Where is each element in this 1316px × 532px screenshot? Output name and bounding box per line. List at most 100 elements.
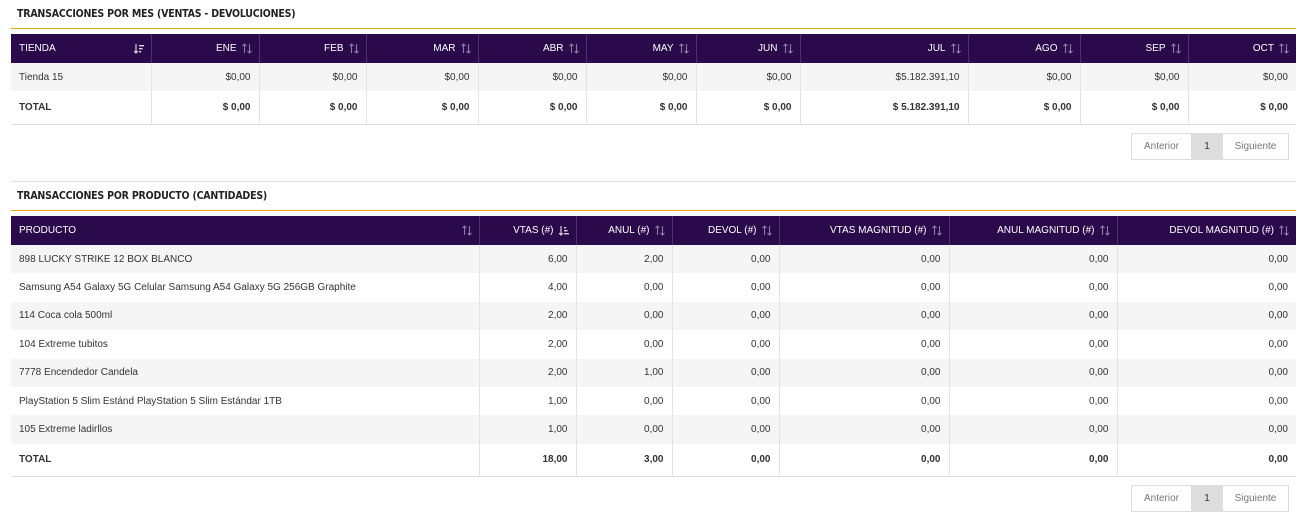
value-cell: 1,00 (479, 386, 577, 416)
value-cell: 0,00 (576, 301, 673, 331)
value-cell: 0,00 (672, 301, 780, 331)
value-cell: 0,00 (779, 358, 950, 387)
column-header-vtas[interactable]: VTAS (#) (479, 216, 577, 245)
column-header-label: TIENDA (19, 43, 56, 54)
column-header-jun[interactable]: JUN (696, 34, 801, 63)
sort-descending-icon[interactable] (558, 225, 569, 236)
table-row: 105 Extreme ladirllos 1,00 0,00 0,00 0,00 0,0… (11, 415, 1296, 444)
value-cell: 0,00 (672, 415, 780, 444)
column-header-label: SEP (1145, 43, 1166, 54)
section-divider (11, 181, 1296, 182)
total-value-cell: 0,00 (779, 443, 950, 478)
column-header-oct[interactable]: OCT (1188, 34, 1296, 63)
sort-both-icon[interactable] (678, 43, 689, 54)
monthly-transactions-title: TRANSACCIONES POR MES (VENTAS - DEVOLUCI… (17, 8, 296, 20)
total-value-cell: 3,00 (576, 443, 673, 478)
value-cell: 0,00 (1117, 301, 1296, 331)
table-row: 114 Coca cola 500ml 2,00 0,00 0,00 0,00 0,00 0… (11, 301, 1296, 331)
row-label-cell: 898 LUCKY STRIKE 12 BOX BLANCO (11, 245, 480, 274)
sort-both-icon[interactable] (460, 43, 471, 54)
previous-page-button[interactable]: Anterior (1132, 486, 1192, 511)
total-value-cell: 18,00 (479, 443, 577, 478)
value-cell: 2,00 (479, 301, 577, 331)
column-header-may[interactable]: MAY (586, 34, 697, 63)
value-cell: 0,00 (779, 273, 950, 302)
column-header-feb[interactable]: FEB (259, 34, 367, 63)
previous-page-button[interactable]: Anterior (1132, 134, 1192, 159)
sort-both-icon[interactable] (1279, 43, 1289, 54)
row-label-cell: PlayStation 5 Slim Estánd PlayStation 5 … (11, 386, 480, 416)
column-header-ene[interactable]: ENE (151, 34, 260, 63)
value-cell: 0,00 (779, 301, 950, 331)
column-header-label: ANUL (#) (608, 225, 650, 236)
sort-both-icon[interactable] (1170, 43, 1181, 54)
title-underline (11, 28, 1296, 29)
sort-ascending-icon[interactable] (133, 43, 144, 54)
column-header-label: PRODUCTO (19, 225, 77, 236)
column-header-label: DEVOL MAGNITUD (#) (1169, 225, 1274, 236)
column-header-label: JUL (927, 43, 946, 54)
table-row: 898 LUCKY STRIKE 12 BOX BLANCO 6,00 2,00 0,… (11, 245, 1296, 274)
value-cell: 0,00 (779, 386, 950, 416)
value-cell: $5.182.391,10 (800, 63, 969, 91)
sort-both-icon[interactable] (931, 225, 942, 236)
total-value-cell: 0,00 (1117, 443, 1296, 478)
total-value-cell: $ 0,00 (478, 91, 587, 125)
column-header-abr[interactable]: ABR (478, 34, 587, 63)
next-page-button[interactable]: Siguiente (1222, 486, 1288, 511)
total-value-cell: $ 0,00 (586, 91, 697, 125)
row-label-cell: 105 Extreme ladirllos (11, 415, 480, 444)
column-header-ago[interactable]: AGO (968, 34, 1081, 63)
sort-both-icon[interactable] (782, 43, 793, 54)
sort-both-icon[interactable] (348, 43, 359, 54)
total-value-cell: $ 0,00 (151, 91, 260, 125)
table-row: 7778 Encendedor Candela 2,00 1,00 0,00 0,00 0… (11, 358, 1296, 387)
sort-both-icon[interactable] (568, 43, 579, 54)
column-header-producto[interactable]: PRODUCTO (11, 216, 480, 245)
sort-both-icon[interactable] (1279, 225, 1289, 236)
row-label-cell: 104 Extreme tubitos (11, 330, 480, 359)
value-cell: $0,00 (586, 63, 697, 91)
total-value-cell: $ 0,00 (259, 91, 367, 125)
column-header-devol-magnitud[interactable]: DEVOL MAGNITUD (#) (1117, 216, 1296, 245)
total-value-cell: $ 0,00 (968, 91, 1081, 125)
value-cell: 0,00 (1117, 273, 1296, 302)
value-cell: $0,00 (696, 63, 801, 91)
column-header-jul[interactable]: JUL (800, 34, 969, 63)
page-1-button[interactable]: 1 (1192, 134, 1222, 159)
page-1-button[interactable]: 1 (1192, 486, 1222, 511)
column-header-devol[interactable]: DEVOL (#) (672, 216, 780, 245)
sort-both-icon[interactable] (761, 225, 772, 236)
column-header-label: AGO (1035, 43, 1058, 54)
column-header-anul-magnitud[interactable]: ANUL MAGNITUD (#) (949, 216, 1118, 245)
sort-both-icon[interactable] (461, 225, 472, 236)
next-page-button[interactable]: Siguiente (1222, 134, 1288, 159)
value-cell: $0,00 (1188, 63, 1296, 91)
column-header-anul[interactable]: ANUL (#) (576, 216, 673, 245)
value-cell: 0,00 (672, 245, 780, 274)
value-cell: 1,00 (479, 415, 577, 444)
sort-both-icon[interactable] (1099, 225, 1110, 236)
column-header-label: ABR (542, 43, 564, 54)
value-cell: $0,00 (1080, 63, 1189, 91)
sort-both-icon[interactable] (654, 225, 665, 236)
sort-both-icon[interactable] (241, 43, 252, 54)
value-cell: 0,00 (949, 245, 1118, 274)
value-cell: 0,00 (672, 386, 780, 416)
column-header-sep[interactable]: SEP (1080, 34, 1189, 63)
value-cell: 0,00 (576, 273, 673, 302)
row-label-cell: Samsung A54 Galaxy 5G Celular Samsung A5… (11, 273, 480, 302)
value-cell: $0,00 (478, 63, 587, 91)
column-header-vtas-magnitud[interactable]: VTAS MAGNITUD (#) (779, 216, 950, 245)
column-header-mar[interactable]: MAR (366, 34, 479, 63)
value-cell: 0,00 (949, 386, 1118, 416)
value-cell: $0,00 (366, 63, 479, 91)
value-cell: 0,00 (672, 273, 780, 302)
sort-both-icon[interactable] (950, 43, 961, 54)
value-cell: 0,00 (949, 301, 1118, 331)
column-header-tienda[interactable]: TIENDA (11, 34, 152, 63)
table-row: Tienda 15 $0,00 $0,00 $0,00 $0,00 $0,00 $0,00 $… (11, 63, 1296, 91)
total-row: TOTAL $ 0,00 $ 0,00 $ 0,00 $ 0,00 $ 0,00 $ 0,0… (11, 91, 1296, 125)
value-cell: 0,00 (1117, 330, 1296, 359)
sort-both-icon[interactable] (1062, 43, 1073, 54)
